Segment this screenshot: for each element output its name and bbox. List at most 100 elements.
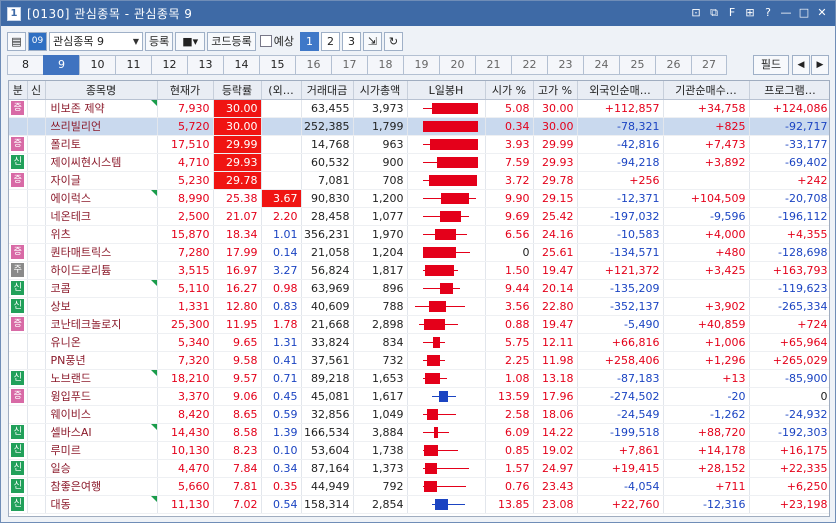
minimize-icon[interactable]: —: [779, 5, 793, 21]
column-header[interactable]: 기관순매수…: [663, 81, 750, 100]
stock-name[interactable]: 유니온: [45, 333, 158, 352]
grid-settings-icon[interactable]: ⊞: [743, 5, 757, 21]
tab-10[interactable]: 10: [79, 55, 115, 75]
table-row[interactable]: 증 자이글 5,230 29.78 7,081 708 3.72 29.78 +256 +242: [9, 171, 829, 190]
stock-name[interactable]: 노브랜드: [45, 369, 158, 388]
tab-19[interactable]: 19: [403, 55, 439, 75]
export-icon[interactable]: ⇲: [362, 31, 382, 51]
table-row[interactable]: 웨이비스 8,420 8.65 0.59 32,856 1,049 2.58 18.06 -24…: [9, 405, 829, 424]
tab-23[interactable]: 23: [547, 55, 583, 75]
stock-name[interactable]: 대동: [45, 495, 158, 514]
tab-15[interactable]: 15: [259, 55, 295, 75]
table-row[interactable]: 신 대동 11,130 7.02 0.54 158,314 2,854 13.85 23.08 +…: [9, 495, 829, 514]
tab-11[interactable]: 11: [115, 55, 151, 75]
table-row[interactable]: 신 제이씨현시스템 4,710 29.93 60,532 900 7.59 29.93 -94,…: [9, 153, 829, 172]
stock-name[interactable]: 폴리토: [45, 135, 158, 154]
table-row[interactable]: PN풍년 7,320 9.58 0.41 37,561 732 2.25 11.98 +258,…: [9, 351, 829, 370]
stock-name[interactable]: 하이드로리튬: [45, 261, 158, 280]
stock-name[interactable]: 위츠: [45, 225, 158, 244]
column-header[interactable]: (외…: [261, 81, 302, 100]
stock-name[interactable]: 비보존 제약: [45, 99, 158, 118]
column-header[interactable]: 분: [9, 81, 28, 100]
tab-22[interactable]: 22: [511, 55, 547, 75]
stock-name[interactable]: 제이씨현시스템: [45, 153, 158, 172]
tab-24[interactable]: 24: [583, 55, 619, 75]
tab-13[interactable]: 13: [187, 55, 223, 75]
stock-name[interactable]: 루미르: [45, 441, 158, 460]
group-select[interactable]: 관심종목 9 ▼: [49, 31, 143, 51]
stock-name[interactable]: 에이럭스: [45, 189, 158, 208]
reserve-checkbox-group[interactable]: 예상: [259, 33, 294, 49]
tab-17[interactable]: 17: [331, 55, 367, 75]
restore-copy-icon[interactable]: ⧉: [707, 5, 721, 21]
tab-14[interactable]: 14: [223, 55, 259, 75]
stock-name[interactable]: 상보: [45, 297, 158, 316]
stock-name[interactable]: 참좋은여행: [45, 477, 158, 496]
table-row[interactable]: 증 윙입푸드 3,370 9.06 0.45 45,081 1,617 13.59 17.96-…: [9, 387, 829, 406]
column-header[interactable]: 시가총액: [353, 81, 408, 100]
column-header[interactable]: 현재가: [157, 81, 214, 100]
column-header[interactable]: 고가 %: [533, 81, 578, 100]
column-header[interactable]: 등락률: [213, 81, 262, 100]
table-row[interactable]: 위츠 15,870 18.34 1.01 356,231 1,970 6.56 24.16 -1…: [9, 225, 829, 244]
table-row[interactable]: 신 셀바스AI 14,430 8.58 1.39 166,534 3,884 6.09 14.2…: [9, 423, 829, 442]
tab-12[interactable]: 12: [151, 55, 187, 75]
reserve-checkbox[interactable]: [259, 35, 272, 47]
table-row[interactable]: 쓰리빌리언 5,720 30.00 252,385 1,799 0.34 30.00 -78,…: [9, 117, 829, 136]
link-icon[interactable]: ⊡: [689, 5, 703, 21]
next-arrow-icon[interactable]: ▶: [811, 55, 829, 75]
table-row[interactable]: 유니온 5,340 9.65 1.31 33,824 834 5.75 12.11 +66,81…: [9, 333, 829, 352]
stock-name[interactable]: 웨이비스: [45, 405, 158, 424]
table-row[interactable]: 네온테크 2,500 21.07 2.20 28,458 1,077 9.69 25.42 -1…: [9, 207, 829, 226]
font-size-icon[interactable]: F: [725, 5, 739, 21]
page-button-1[interactable]: 1: [299, 31, 319, 51]
table-row[interactable]: 증 퀀타매트릭스 7,280 17.99 0.14 21,058 1,204 0 25.61 -1…: [9, 243, 829, 262]
table-row[interactable]: 주 하이드로리튬 3,515 16.97 3.27 56,824 1,817 1.50 19.4…: [9, 261, 829, 280]
column-header[interactable]: 외국인순매…: [577, 81, 664, 100]
group-number-icon[interactable]: 09: [28, 31, 47, 51]
stock-name[interactable]: 퀀타매트릭스: [45, 243, 158, 262]
prev-arrow-icon[interactable]: ◀: [792, 55, 810, 75]
column-header[interactable]: 프로그램…: [749, 81, 829, 100]
table-row[interactable]: 신 상보 1,331 12.80 0.83 40,609 788 3.56 22.80 -352,…: [9, 297, 829, 316]
tab-20[interactable]: 20: [439, 55, 475, 75]
tab-9[interactable]: 9: [43, 55, 79, 75]
stock-name[interactable]: 자이글: [45, 171, 158, 190]
tab-21[interactable]: 21: [475, 55, 511, 75]
column-header[interactable]: 종목명: [45, 81, 158, 100]
filter-button[interactable]: 필드: [753, 55, 789, 75]
code-register-button[interactable]: 코드등록: [207, 31, 256, 51]
stock-name[interactable]: 코난테크놀로지: [45, 315, 158, 334]
stock-name[interactable]: PN풍년: [45, 351, 158, 370]
table-row[interactable]: 증 폴리토 17,510 29.99 14,768 963 3.93 29.99 -42,816…: [9, 135, 829, 154]
tab-8[interactable]: 8: [7, 55, 43, 75]
tab-16[interactable]: 16: [295, 55, 331, 75]
help-icon[interactable]: ?: [761, 5, 775, 21]
table-row[interactable]: 신 참좋은여행 5,660 7.81 0.35 44,949 792 0.76 23.43 -4,…: [9, 477, 829, 496]
column-header[interactable]: 시가 %: [485, 81, 534, 100]
stock-name[interactable]: 윙입푸드: [45, 387, 158, 406]
page-button-3[interactable]: 3: [341, 31, 361, 51]
close-icon[interactable]: ✕: [815, 5, 829, 21]
tab-26[interactable]: 26: [655, 55, 691, 75]
stock-name[interactable]: 네온테크: [45, 207, 158, 226]
register-button[interactable]: 등록: [145, 31, 174, 51]
table-row[interactable]: 증 코난테크놀로지 25,300 11.95 1.78 21,668 2,898 0.88 19…: [9, 315, 829, 334]
view-mode-select[interactable]: ■▾: [175, 31, 206, 51]
column-header[interactable]: L일봉H: [407, 81, 486, 100]
table-row[interactable]: 증 비보존 제약 7,930 30.00 63,455 3,973 5.08 30.00 +11…: [9, 99, 829, 118]
page-button-2[interactable]: 2: [320, 31, 340, 51]
table-row[interactable]: 신 루미르 10,130 8.23 0.10 53,604 1,738 0.85 19.02 +7…: [9, 441, 829, 460]
table-row[interactable]: 에이럭스 8,990 25.38 3.67 90,830 1,200 9.90 29.15 -1…: [9, 189, 829, 208]
stock-name[interactable]: 쓰리빌리언: [45, 117, 158, 136]
list-mode-icon[interactable]: ▤: [7, 31, 26, 51]
table-row[interactable]: 신 일승 4,470 7.84 0.34 87,164 1,373 1.57 24.97 +19,…: [9, 459, 829, 478]
refresh-icon[interactable]: ↻: [383, 31, 403, 51]
column-header[interactable]: 신: [27, 81, 46, 100]
maximize-icon[interactable]: □: [797, 5, 811, 21]
stock-name[interactable]: 코콤: [45, 279, 158, 298]
stock-name[interactable]: 셀바스AI: [45, 423, 158, 442]
stock-name[interactable]: 일승: [45, 459, 158, 478]
table-row[interactable]: 신 코콤 5,110 16.27 0.98 63,969 896 9.44 20.14 -135,…: [9, 279, 829, 298]
tab-27[interactable]: 27: [691, 55, 727, 75]
